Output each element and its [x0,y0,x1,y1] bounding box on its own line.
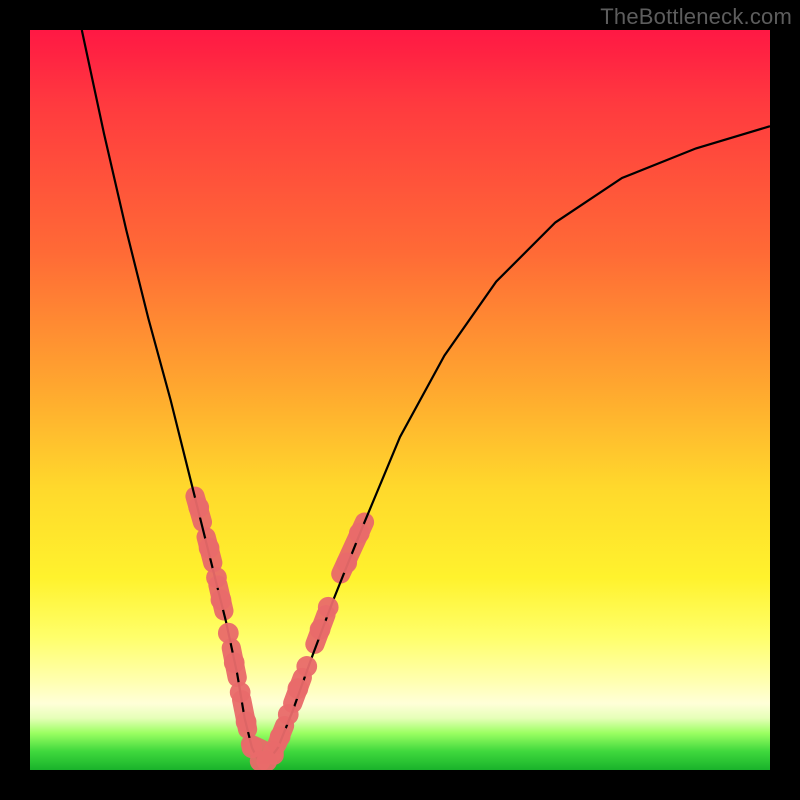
plot-area [30,30,770,770]
chart-overlay [30,30,770,770]
chart-frame: TheBottleneck.com [0,0,800,800]
watermark-text: TheBottleneck.com [600,4,792,30]
bottleneck-curve [82,30,770,763]
